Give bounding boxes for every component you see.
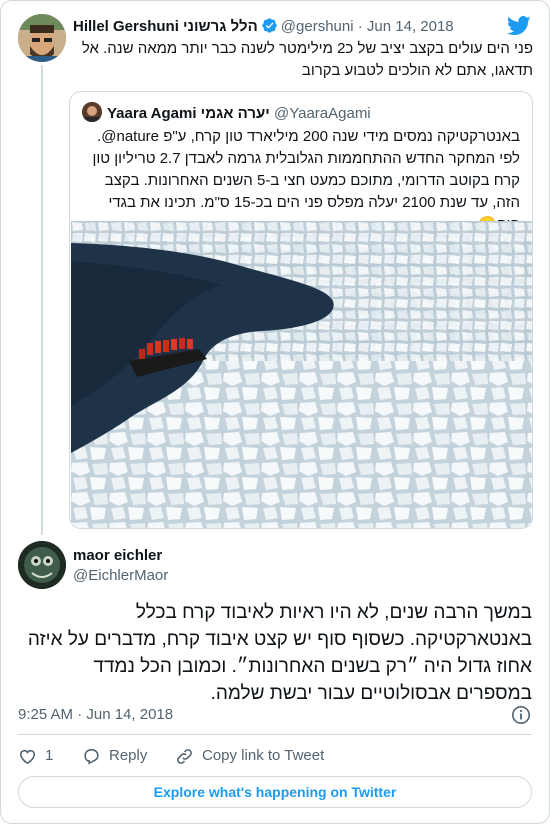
reply-handle[interactable]: @EichlerMaor (73, 566, 168, 586)
tweet-timestamp[interactable]: 9:25 AM · Jun 14, 2018 (18, 705, 173, 725)
parent-avatar[interactable] (18, 14, 66, 62)
parent-header: Hillel Gershuni הלל גרשוני @gershuni · Ju… (73, 17, 454, 37)
divider (18, 734, 532, 735)
quoted-tweet-text: באנטרקטיקה נמסים מידי שנה 200 מיליארד טו… (92, 128, 520, 233)
like-count: 1 (45, 747, 54, 764)
reply-icon (84, 748, 99, 765)
info-icon[interactable] (511, 705, 531, 725)
verified-badge-icon (262, 18, 277, 33)
explore-twitter-button[interactable]: Explore what's happening on Twitter (18, 776, 532, 808)
tweet-embed-card: Hillel Gershuni הלל גרשוני @gershuni · Ju… (0, 0, 550, 824)
reply-label: Reply (109, 747, 148, 764)
thread-connector-line (41, 65, 43, 535)
reply-button[interactable]: Reply (82, 746, 147, 766)
parent-tweet-text: פני הים עולים בקצב יציב של כ2 מילימטר לש… (81, 40, 533, 79)
like-button[interactable]: 1 (18, 746, 53, 766)
quoted-tweet[interactable]: Yaara Agami יערה אגמי @YaaraAgami באנטרק… (69, 91, 533, 529)
header-separator: · (357, 18, 363, 35)
quoted-avatar (82, 102, 102, 122)
reply-display-name[interactable]: maor eichler (73, 546, 162, 566)
link-icon (177, 748, 192, 764)
parent-display-name[interactable]: Hillel Gershuni הלל גרשוני (73, 18, 258, 35)
quoted-handle: @YaaraAgami (273, 105, 371, 122)
heart-icon (19, 749, 36, 764)
quoted-display-name: Yaara Agami יערה אגמי (107, 105, 270, 122)
copy-link-label: Copy link to Tweet (202, 747, 325, 764)
antarctic-sea-ice-photo[interactable] (71, 221, 533, 529)
quoted-header: Yaara Agami יערה אגמי @YaaraAgami (82, 102, 371, 122)
parent-handle[interactable]: @gershuni (281, 18, 354, 35)
twitter-bird-icon[interactable] (507, 15, 531, 37)
reply-tweet-text: במשך הרבה שנים, לא היו ראיות לאיבוד קרח … (27, 602, 532, 704)
parent-date[interactable]: Jun 14, 2018 (367, 18, 454, 35)
reply-avatar[interactable] (18, 541, 66, 589)
copy-link-button[interactable]: Copy link to Tweet (175, 746, 324, 766)
